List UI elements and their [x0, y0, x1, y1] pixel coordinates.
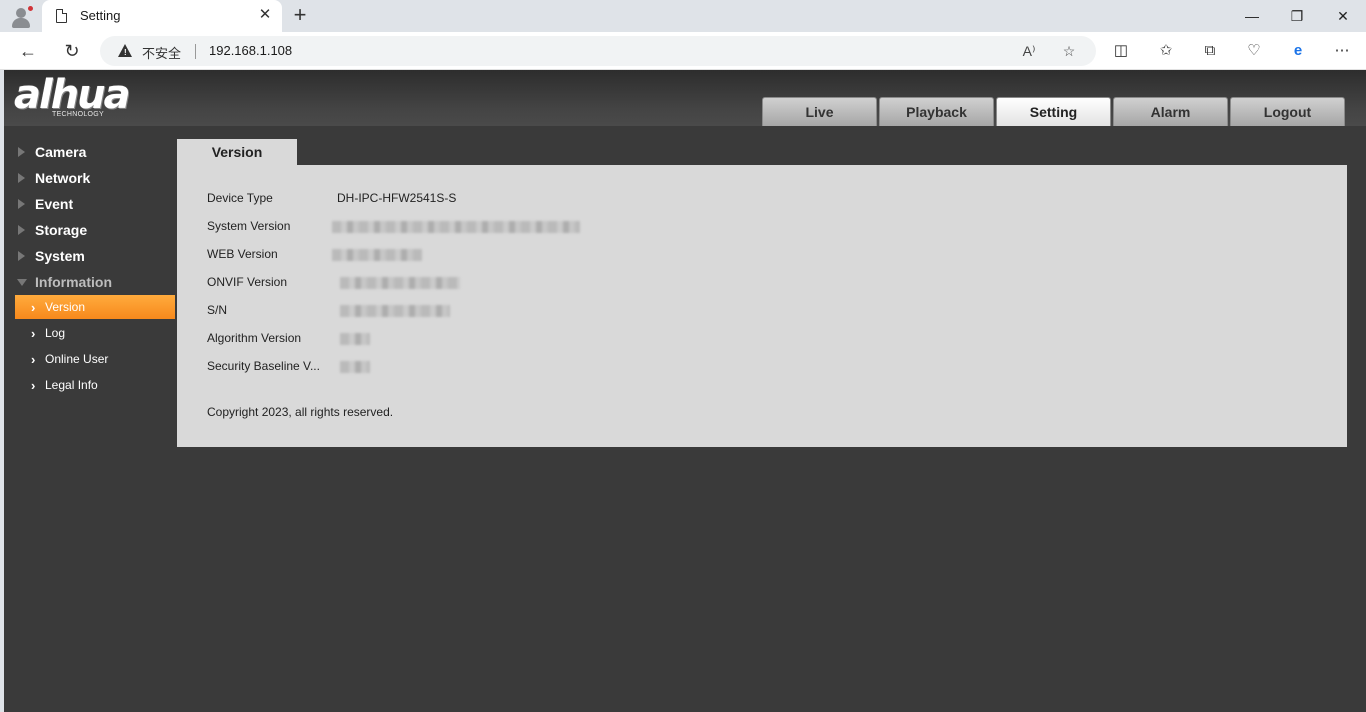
- version-panel: Device Type DH-IPC-HFW2541S-S System Ver…: [177, 165, 1347, 447]
- sidebar-subitem-label: Online User: [45, 352, 109, 366]
- page-icon: [56, 9, 67, 23]
- triangle-right-icon: [18, 147, 25, 157]
- sidebar-subitem-log[interactable]: › Log: [15, 321, 175, 345]
- sidebar-item-storage[interactable]: Storage: [4, 218, 176, 242]
- sidebar-subitem-online-user[interactable]: › Online User: [15, 347, 175, 371]
- favorite-star-icon[interactable]: ☆: [1058, 40, 1080, 62]
- redacted-value: [340, 277, 460, 289]
- redacted-value: [332, 249, 422, 261]
- sidebar-item-label: Camera: [35, 144, 87, 160]
- chevron-right-icon: ›: [31, 300, 36, 315]
- chevron-right-icon: ›: [31, 352, 36, 367]
- triangle-right-icon: [18, 173, 25, 183]
- address-bar[interactable]: ! 不安全 192.168.1.108 A⁾ ☆: [100, 36, 1096, 66]
- performance-icon[interactable]: ♡: [1243, 40, 1265, 62]
- sidebar-item-network[interactable]: Network: [4, 166, 176, 190]
- restore-button[interactable]: ❐: [1282, 4, 1312, 28]
- tab-setting[interactable]: Setting: [996, 97, 1111, 126]
- split-screen-icon[interactable]: ◫: [1110, 40, 1132, 62]
- field-label: Security Baseline V...: [207, 359, 320, 373]
- chevron-right-icon: ›: [31, 378, 36, 393]
- copyright-text: Copyright 2023, all rights reserved.: [207, 405, 394, 419]
- field-label: Device Type: [207, 191, 273, 205]
- new-tab-button[interactable]: +: [288, 4, 312, 28]
- camera-web-page: alhua TECHNOLOGY Live Playback Setting A…: [4, 70, 1366, 712]
- browser-tabstrip: Setting ✕ + — ❐ ✕: [0, 0, 1366, 32]
- profile-avatar-icon[interactable]: [8, 4, 34, 30]
- triangle-right-icon: [18, 225, 25, 235]
- field-label: S/N: [207, 303, 228, 317]
- favorites-icon[interactable]: ✩: [1155, 40, 1177, 62]
- more-icon[interactable]: ⋯: [1331, 40, 1353, 62]
- page-header: alhua TECHNOLOGY Live Playback Setting A…: [4, 70, 1366, 126]
- redacted-value: [340, 333, 370, 345]
- chevron-right-icon: ›: [31, 326, 36, 341]
- field-label: WEB Version: [207, 247, 278, 261]
- sidebar-item-camera[interactable]: Camera: [4, 140, 176, 164]
- field-label: ONVIF Version: [207, 275, 288, 289]
- redacted-value: [340, 361, 370, 373]
- browser-tab[interactable]: Setting ✕: [42, 0, 282, 32]
- settings-sidebar: Camera Network Event Storage System Info…: [4, 126, 176, 712]
- sidebar-item-label: Event: [35, 196, 74, 212]
- url-text[interactable]: 192.168.1.108: [209, 43, 292, 58]
- field-label: System Version: [207, 219, 291, 233]
- sidebar-item-label: Storage: [35, 222, 88, 238]
- read-aloud-icon[interactable]: A⁾: [1018, 40, 1040, 62]
- dahua-logo: alhua TECHNOLOGY: [14, 72, 164, 122]
- window-close-button[interactable]: ✕: [1328, 4, 1358, 28]
- content-tab-version[interactable]: Version: [177, 139, 297, 166]
- triangle-right-icon: [18, 199, 25, 209]
- sidebar-subitem-label: Log: [45, 326, 66, 340]
- warning-icon: !: [118, 44, 132, 57]
- tab-title: Setting: [80, 8, 121, 23]
- refresh-icon[interactable]: ↻: [58, 38, 86, 64]
- tab-alarm[interactable]: Alarm: [1113, 97, 1228, 126]
- sidebar-item-label: Information: [35, 274, 112, 290]
- back-arrow-icon[interactable]: ←: [14, 38, 42, 64]
- field-label: Algorithm Version: [207, 331, 302, 345]
- tab-close-icon[interactable]: ✕: [256, 6, 274, 24]
- browser-toolbar: ← ↻ ! 不安全 192.168.1.108 A⁾ ☆ ◫ ✩ ⧉ ♡ e ⋯: [0, 32, 1366, 70]
- tab-playback[interactable]: Playback: [879, 97, 994, 126]
- security-label[interactable]: 不安全: [142, 43, 181, 62]
- tab-logout[interactable]: Logout: [1230, 97, 1345, 126]
- minimize-button[interactable]: —: [1237, 4, 1267, 28]
- sidebar-subitem-legal-info[interactable]: › Legal Info: [15, 373, 175, 397]
- triangle-right-icon: [18, 251, 25, 261]
- sidebar-item-label: System: [35, 248, 85, 264]
- collections-icon[interactable]: ⧉: [1199, 40, 1221, 62]
- address-separator: [195, 44, 196, 59]
- triangle-down-icon: [17, 279, 27, 286]
- edge-icon[interactable]: e: [1287, 40, 1309, 62]
- sidebar-item-label: Network: [35, 170, 91, 186]
- sidebar-item-system[interactable]: System: [4, 244, 176, 268]
- logo-subtitle: TECHNOLOGY: [52, 111, 105, 118]
- redacted-value: [332, 221, 580, 233]
- sidebar-item-event[interactable]: Event: [4, 192, 176, 216]
- sidebar-subitem-label: Version: [45, 300, 86, 314]
- tab-live[interactable]: Live: [762, 97, 877, 126]
- sidebar-subitem-label: Legal Info: [45, 378, 98, 392]
- sidebar-item-information[interactable]: Information: [4, 270, 176, 294]
- redacted-value: [340, 305, 450, 317]
- field-value: DH-IPC-HFW2541S-S: [337, 191, 457, 205]
- sidebar-subitem-version[interactable]: › Version: [15, 295, 175, 319]
